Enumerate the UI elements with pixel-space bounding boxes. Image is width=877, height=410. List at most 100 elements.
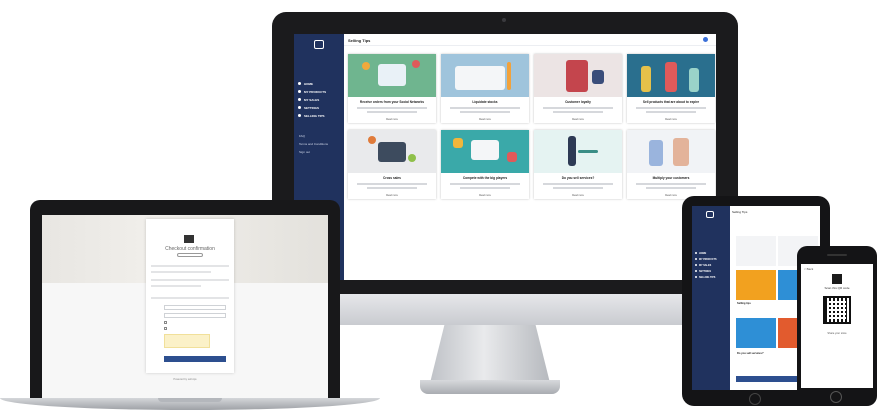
email-field[interactable] bbox=[164, 305, 226, 310]
desktop-screen: HOME MY PRODUCTS MY SALES SETTINGS SELLI… bbox=[294, 34, 716, 280]
tip-illustration bbox=[441, 130, 529, 173]
gear-icon bbox=[298, 106, 301, 109]
tip-card[interactable]: Compete with the big players Read more bbox=[441, 130, 529, 199]
top-bar: Selling Tips bbox=[344, 34, 716, 46]
read-more-button[interactable]: Read more bbox=[348, 194, 436, 197]
tip-illustration bbox=[441, 54, 529, 97]
read-more-button[interactable]: Read more bbox=[441, 118, 529, 121]
qr-caption: Share your store bbox=[827, 332, 847, 335]
terms-link[interactable]: Terms and Conditions bbox=[299, 142, 328, 146]
lightbulb-icon bbox=[298, 114, 301, 117]
tip-illustration bbox=[348, 54, 436, 97]
tips-grid: Receive orders from your Social Networks… bbox=[348, 54, 715, 199]
sidebar-item-selling-tips[interactable]: SELLING TIPS bbox=[695, 274, 717, 280]
tip-card[interactable]: Multiply your customers Read more bbox=[627, 130, 715, 199]
home-button[interactable] bbox=[749, 393, 761, 405]
sidebar-item-label: MY PRODUCTS bbox=[304, 89, 327, 94]
store-logo-icon bbox=[184, 235, 194, 243]
tip-card[interactable] bbox=[736, 318, 776, 348]
sidebar-item-label: MY SALES bbox=[304, 97, 320, 102]
read-more-button[interactable]: Read more bbox=[348, 118, 436, 121]
sidebar-item-home[interactable]: HOME bbox=[298, 80, 342, 87]
sidebar-item-label: HOME bbox=[699, 251, 707, 255]
checkout-heading: Checkout confirmation bbox=[165, 246, 215, 252]
page-title: Selling Tips bbox=[732, 210, 748, 214]
tip-card[interactable] bbox=[736, 270, 776, 300]
tip-card[interactable] bbox=[736, 236, 776, 266]
lightbulb-icon bbox=[695, 276, 697, 278]
home-icon bbox=[695, 252, 697, 254]
laptop: Checkout confirmation Powered by sell-ti… bbox=[30, 200, 340, 400]
tip-title: Receive orders from your Social Networks bbox=[359, 100, 425, 104]
box-icon bbox=[695, 258, 697, 260]
page-title: Selling Tips bbox=[348, 38, 371, 43]
phone-screen: < Back Scan this QR code Share your stor… bbox=[801, 264, 873, 388]
tip-card[interactable]: Cross sales Read more bbox=[348, 130, 436, 199]
read-more-button[interactable]: Read more bbox=[534, 194, 622, 197]
tip-title: Do you sell services? bbox=[737, 352, 764, 355]
app-logo-icon[interactable] bbox=[706, 211, 714, 218]
sidebar-item-label: SETTINGS bbox=[304, 105, 320, 110]
checkout-card: Checkout confirmation bbox=[146, 219, 234, 373]
tip-illustration bbox=[627, 54, 715, 97]
sidebar-item-label: MY SALES bbox=[699, 263, 712, 267]
notice-box bbox=[164, 334, 210, 348]
tip-card[interactable]: Liquidate stocks Read more bbox=[441, 54, 529, 123]
cart-icon bbox=[695, 264, 697, 266]
sidebar-item-settings[interactable]: SETTINGS bbox=[298, 104, 342, 111]
read-more-button[interactable]: Read more bbox=[441, 194, 529, 197]
sidebar-item-products[interactable]: MY PRODUCTS bbox=[298, 88, 342, 95]
tip-card[interactable]: Sell products that are about to expire R… bbox=[627, 54, 715, 123]
read-more-button[interactable]: Read more bbox=[534, 118, 622, 121]
privacy-checkbox[interactable] bbox=[164, 327, 167, 330]
tip-title: Do you sell services? bbox=[561, 176, 595, 180]
box-icon bbox=[298, 90, 301, 93]
sidebar-nav: HOME MY PRODUCTS MY SALES SETTINGS SELLI… bbox=[695, 250, 717, 280]
read-more-button[interactable]: Read more bbox=[627, 118, 715, 121]
sidebar-item-sales[interactable]: MY SALES bbox=[298, 96, 342, 103]
terms-checkbox[interactable] bbox=[164, 321, 167, 324]
app-logo-icon[interactable] bbox=[314, 40, 324, 49]
back-link[interactable]: < Back bbox=[804, 267, 813, 271]
back-button[interactable] bbox=[177, 253, 203, 257]
desktop-monitor: HOME MY PRODUCTS MY SALES SETTINGS SELLI… bbox=[272, 12, 738, 325]
sidebar-item-label: SETTINGS bbox=[699, 269, 711, 273]
monitor-base bbox=[420, 380, 560, 394]
avatar[interactable] bbox=[703, 37, 708, 42]
home-icon bbox=[298, 82, 301, 85]
phone-field[interactable] bbox=[164, 313, 226, 318]
sidebar-nav: HOME MY PRODUCTS MY SALES SETTINGS SELLI… bbox=[298, 80, 342, 120]
tip-card[interactable]: Customer loyalty Read more bbox=[534, 54, 622, 123]
tip-title: Selling tips bbox=[737, 302, 751, 305]
sidebar-item-label: SELLING TIPS bbox=[304, 113, 325, 118]
home-button[interactable] bbox=[830, 391, 842, 403]
sign-out-link[interactable]: Sign out bbox=[299, 150, 328, 154]
tip-title: Liquidate stocks bbox=[472, 100, 498, 104]
tip-card[interactable]: Do you sell services? Read more bbox=[534, 130, 622, 199]
gear-icon bbox=[695, 270, 697, 272]
monitor-stand bbox=[430, 325, 550, 383]
tip-title: Cross sales bbox=[383, 176, 401, 180]
sidebar-item-selling-tips[interactable]: SELLING TIPS bbox=[298, 112, 342, 119]
cart-icon bbox=[298, 98, 301, 101]
faq-link[interactable]: FAQ bbox=[299, 134, 328, 138]
store-logo-icon bbox=[832, 274, 842, 284]
pay-button[interactable] bbox=[164, 356, 226, 362]
sidebar: HOME MY PRODUCTS MY SALES SETTINGS SELLI… bbox=[692, 206, 730, 390]
qr-heading: Scan this QR code bbox=[824, 286, 850, 290]
sidebar-item-label: MY PRODUCTS bbox=[699, 257, 717, 261]
tip-illustration bbox=[534, 130, 622, 173]
monitor-chin bbox=[272, 294, 738, 325]
sidebar-links: FAQ Terms and Conditions Sign out bbox=[299, 134, 328, 158]
tip-illustration bbox=[348, 130, 436, 173]
speaker-icon bbox=[827, 254, 847, 256]
tip-illustration bbox=[627, 130, 715, 173]
tip-card[interactable]: Receive orders from your Social Networks… bbox=[348, 54, 436, 123]
tip-title: Sell products that are about to expire bbox=[642, 100, 700, 104]
tip-illustration bbox=[534, 54, 622, 97]
tip-title: Compete with the big players bbox=[462, 176, 508, 180]
tip-title: Customer loyalty bbox=[565, 100, 591, 104]
sidebar-item-label: SELLING TIPS bbox=[699, 275, 716, 279]
tip-title: Multiply your customers bbox=[652, 176, 690, 180]
laptop-screen: Checkout confirmation Powered by sell-ti… bbox=[42, 215, 328, 400]
